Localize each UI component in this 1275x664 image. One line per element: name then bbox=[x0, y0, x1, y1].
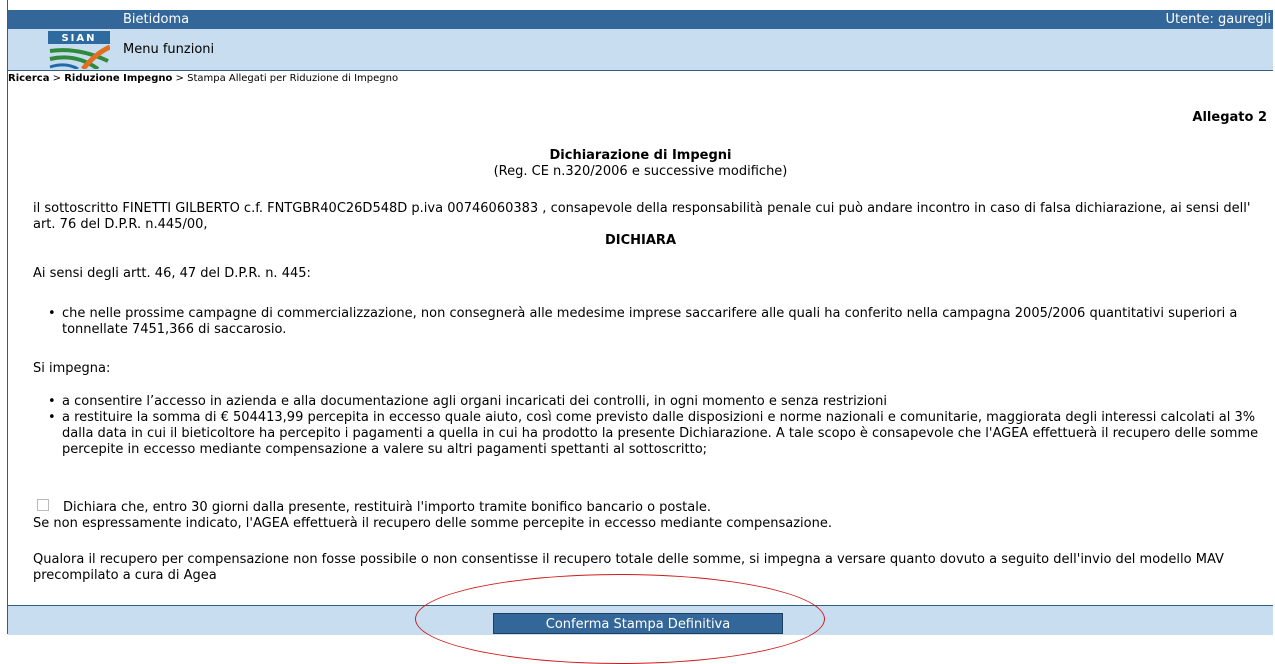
breadcrumb-current: Stampa Allegati per Riduzione di Impegno bbox=[187, 73, 399, 84]
sian-logo-text: SIAN bbox=[61, 33, 96, 44]
breadcrumb-riduzione-impegno[interactable]: Riduzione Impegno bbox=[64, 73, 172, 84]
left-frame-border bbox=[0, 0, 8, 634]
breadcrumb-separator: > bbox=[172, 73, 188, 84]
si-impegna-label: Si impegna: bbox=[33, 361, 111, 376]
compensazione-note: Se non espressamente indicato, l'AGEA ef… bbox=[33, 516, 832, 531]
menu-bar: SIAN Menu funzioni bbox=[8, 29, 1273, 71]
document-subtitle: (Reg. CE n.320/2006 e successive modific… bbox=[493, 164, 788, 179]
checkbox-label: Dichiara che, entro 30 giorni dalla pres… bbox=[63, 500, 711, 515]
menu-funzioni-link[interactable]: Menu funzioni bbox=[123, 42, 214, 57]
breadcrumb: Ricerca > Riduzione Impegno > Stampa All… bbox=[8, 73, 398, 84]
closing-paragraph: Qualora il recupero per compensazione no… bbox=[33, 552, 1224, 583]
bullet-item-accesso: a consentire l’accesso in azienda e alla… bbox=[48, 394, 1267, 410]
app-title: Bietidoma bbox=[123, 12, 190, 27]
sian-logo: SIAN bbox=[48, 31, 110, 69]
allegato-label: Allegato 2 bbox=[1192, 110, 1267, 125]
intro-paragraph: il sottoscritto FINETTI GILBERTO c.f. FN… bbox=[33, 201, 1251, 232]
breadcrumb-separator: > bbox=[49, 73, 65, 84]
bonifico-checkbox[interactable] bbox=[37, 499, 49, 511]
breadcrumb-ricerca[interactable]: Ricerca bbox=[8, 73, 49, 84]
bullet-item-restituzione: a restituire la somma di € 504413,99 per… bbox=[48, 410, 1267, 458]
dichiara-heading: DICHIARA bbox=[604, 233, 677, 248]
document-title: Dichiarazione di Impegni bbox=[549, 148, 732, 163]
bullet-item-quantitativi: che nelle prossime campagne di commercia… bbox=[48, 306, 1267, 338]
ai-sensi-paragraph: Ai sensi degli artt. 46, 47 del D.P.R. n… bbox=[33, 266, 311, 281]
top-bar: Bietidoma Utente: gauregli bbox=[8, 10, 1273, 29]
confirm-stampa-button[interactable]: Conferma Stampa Definitiva bbox=[493, 613, 783, 634]
user-label: Utente: gauregli bbox=[1165, 12, 1271, 27]
